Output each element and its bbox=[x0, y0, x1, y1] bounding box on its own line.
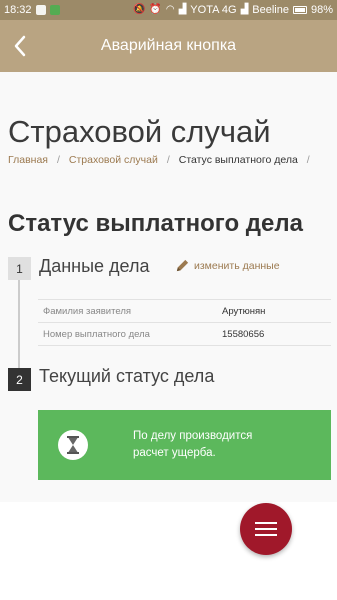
breadcrumb-separator: / bbox=[56, 154, 60, 166]
menu-button[interactable] bbox=[240, 503, 292, 555]
battery-level: 98% bbox=[310, 4, 333, 16]
network-label-2: Beeline bbox=[252, 4, 289, 16]
case-number-value: 15580656 bbox=[222, 328, 265, 340]
network-label-1: YOTA 4G bbox=[190, 4, 237, 16]
table-row: Номер выплатного дела 15580656 bbox=[38, 323, 331, 346]
battery-icon bbox=[292, 6, 307, 14]
step-title-current-status: Текущий статус дела bbox=[39, 366, 215, 386]
signal-icon-2: ▟ bbox=[240, 4, 249, 15]
wifi-icon: ◠ bbox=[165, 4, 175, 15]
breadcrumb: Главная / Страховой случай / Статус выпл… bbox=[8, 154, 319, 166]
status-message-text: По делу производится расчет ущерба. bbox=[133, 430, 253, 459]
breadcrumb-separator: / bbox=[166, 154, 170, 166]
hamburger-icon-line bbox=[255, 528, 277, 530]
step-title-case-data: Данные дела bbox=[39, 256, 150, 276]
hourglass-icon bbox=[58, 430, 88, 460]
app-bar-title: Аварийная кнопка bbox=[100, 37, 237, 54]
case-details-table: Фамилия заявителя Арутюнян Номер выплатн… bbox=[38, 299, 331, 346]
breadcrumb-current: Статус выплатного дела bbox=[178, 154, 298, 166]
chevron-left-icon bbox=[14, 35, 26, 57]
edit-data-link[interactable]: изменить данные bbox=[175, 258, 280, 273]
section-title: Статус выплатного дела bbox=[8, 210, 303, 237]
status-message-box: По делу производится расчет ущерба. bbox=[38, 410, 331, 480]
status-bar: 18:32 🔕 ⏰ ◠ ▟ YOTA 4G ▟ Beeline 98% bbox=[0, 0, 337, 20]
app-bar: Аварийная кнопка bbox=[0, 20, 337, 72]
notification-icon bbox=[35, 5, 46, 15]
hamburger-icon-line bbox=[255, 534, 277, 536]
breadcrumb-insurance-case[interactable]: Страховой случай bbox=[69, 154, 158, 166]
breadcrumb-home[interactable]: Главная bbox=[8, 154, 48, 166]
breadcrumb-separator: / bbox=[306, 154, 310, 166]
case-number-label: Номер выплатного дела bbox=[43, 328, 150, 340]
back-button[interactable] bbox=[0, 20, 40, 72]
signal-icon: ▟ bbox=[178, 4, 187, 15]
edit-data-label: изменить данные bbox=[194, 259, 280, 272]
mute-icon: 🔕 bbox=[132, 4, 146, 15]
page-content: Страховой случай Главная / Страховой слу… bbox=[0, 72, 337, 502]
table-row: Фамилия заявителя Арутюнян bbox=[38, 300, 331, 323]
alarm-icon: ⏰ bbox=[149, 4, 162, 15]
timeline-line bbox=[18, 280, 20, 375]
app-notification-icon bbox=[49, 5, 60, 15]
hamburger-icon-line bbox=[255, 522, 277, 524]
pencil-icon bbox=[176, 259, 189, 272]
applicant-surname-label: Фамилия заявителя bbox=[43, 305, 132, 317]
step-number-1: 1 bbox=[8, 257, 31, 280]
step-number-2: 2 bbox=[8, 368, 31, 391]
status-time: 18:32 bbox=[4, 4, 32, 16]
applicant-surname-value: Арутюнян bbox=[222, 305, 266, 317]
page-title: Страховой случай bbox=[8, 114, 271, 149]
